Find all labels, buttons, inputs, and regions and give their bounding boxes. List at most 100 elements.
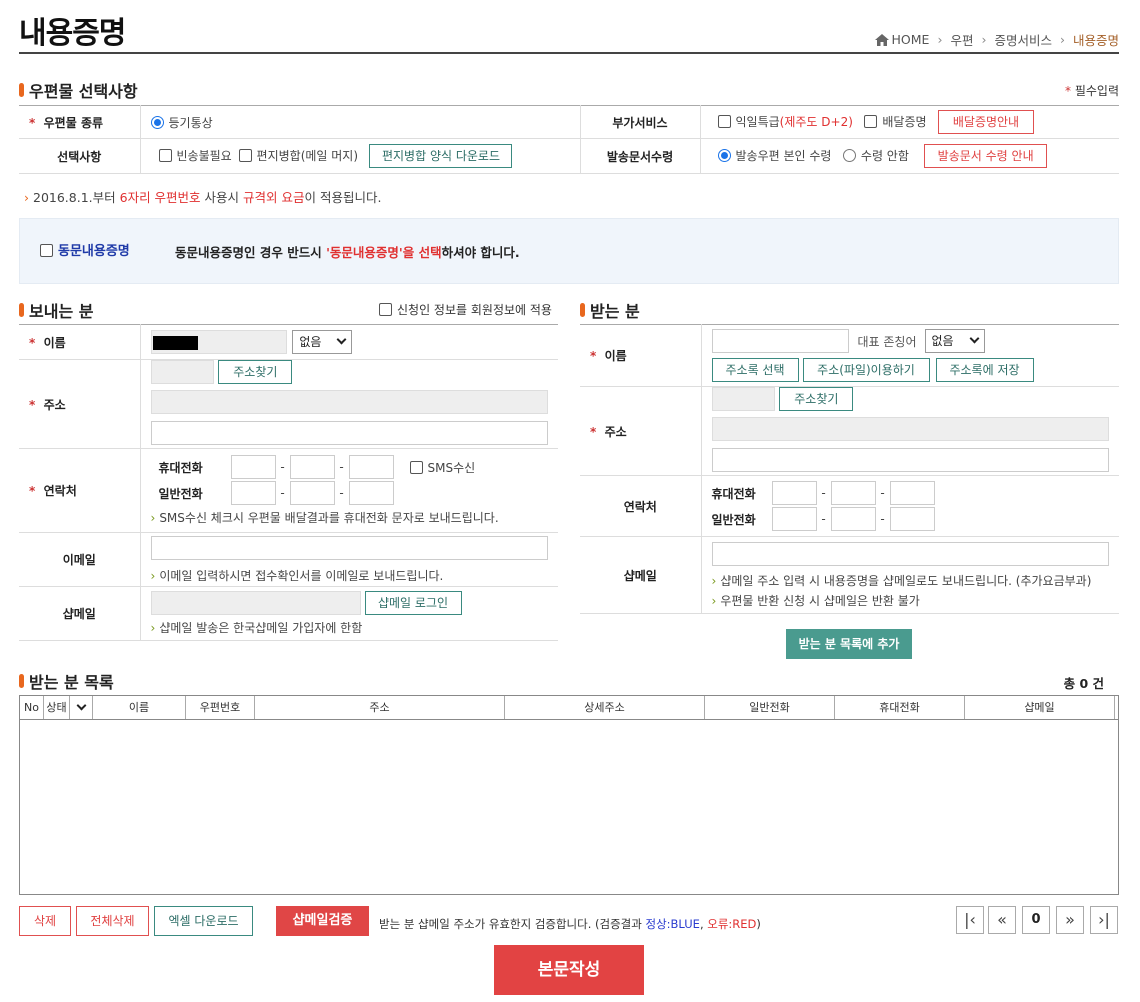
section-bullet-icon [19,83,24,97]
last-page-icon: ›| [1098,910,1110,929]
email-note: › 이메일 입력하시면 접수확인서를 이메일로 보내드립니다. [150,568,444,583]
breadcrumb-post[interactable]: 우편 [950,30,973,49]
sender-email-input[interactable] [150,535,548,560]
next-day-checkbox[interactable]: 익일특급(제주도 D+2) [717,115,853,129]
receiver-honorific-select[interactable]: 없음 [924,329,985,353]
sender-zipcode-input[interactable] [150,360,214,384]
receipt-guide-button[interactable]: 발송문서 수령 안내 [924,144,1048,168]
add-receiver-button[interactable]: 받는 분 목록에 추가 [786,629,912,659]
sender-phone-label: 일반전화 [158,486,203,501]
sender-phone-3[interactable] [348,481,394,505]
col-name: 이름 [93,696,186,719]
delete-button[interactable]: 삭제 [19,906,71,936]
verify-note: 받는 분 샵메일 주소가 유효한지 검증합니다. (검증결과 정상:BLUE, … [379,917,761,931]
receiver-honorific-label: 대표 존칭어 [857,334,917,349]
receiver-contact-label: 연락처 [580,475,702,537]
sender-address-input[interactable] [150,390,548,414]
postal-notice: › 2016.8.1.부터 6자리 우편번호 사용시 규격외 요금이 적용됩니다. [24,190,382,205]
address-book-select-button[interactable]: 주소록 선택 [711,358,799,382]
receiver-phone-3[interactable] [889,507,935,531]
sender-address-detail-input[interactable] [150,421,548,445]
sms-note: › SMS수신 체크시 우편물 배달결과를 휴대전화 문자로 보내드립니다. [150,511,499,525]
col-mobile: 휴대전화 [835,696,965,719]
prev-page-button[interactable]: « [988,906,1016,934]
receiver-mobile-3[interactable] [889,481,935,505]
bulky-checkbox[interactable]: 빈송불필요 [158,149,232,163]
col-status: 상태 [44,696,70,719]
receiver-section-title: 받는 분 [580,298,640,322]
receiver-address-input[interactable] [711,417,1109,441]
current-page[interactable]: 0 [1022,906,1050,934]
delete-all-button[interactable]: 전체삭제 [76,906,149,936]
receipt-none-radio[interactable]: 수령 안함 [842,149,909,163]
first-page-button[interactable]: |‹ [956,906,984,934]
sender-mobile-2[interactable] [289,455,335,479]
last-page-button[interactable]: ›| [1090,906,1118,934]
breadcrumb-cert[interactable]: 증명서비스 [994,30,1052,49]
receiver-mobile-2[interactable] [830,481,876,505]
receiver-address-detail-input[interactable] [711,448,1109,472]
extra-service-header: 부가서비스 [580,105,701,139]
title-divider [19,52,1119,54]
receiver-mobile-label: 휴대전화 [711,486,756,501]
mail-type-radio[interactable]: 등기통상 [150,115,213,130]
excel-download-button[interactable]: 엑셀 다운로드 [154,906,253,936]
merge-download-button[interactable]: 편지병합 양식 다운로드 [369,144,513,168]
page-title: 내용증명 [19,16,126,51]
sender-name-input[interactable] [150,330,287,354]
sender-honorific-select[interactable]: 없음 [292,330,353,354]
chevron-right-icon: › [1059,32,1065,47]
receiver-mobile-1[interactable] [771,481,817,505]
shopmail-login-button[interactable]: 샵메일 로그인 [364,591,462,615]
receiver-zipcode-input[interactable] [711,387,775,411]
section-bullet-icon [580,303,585,317]
sender-sms-checkbox[interactable]: SMS수신 [409,459,475,476]
address-file-button[interactable]: 주소(파일)이용하기 [802,358,930,382]
receiver-shopmail-input[interactable] [711,541,1109,566]
col-address-detail: 상세주소 [505,696,705,719]
sender-mobile-3[interactable] [348,455,394,479]
delivery-proof-checkbox[interactable]: 배달증명 [864,115,927,129]
receiver-shopmail-note1: › 샵메일 주소 입력 시 내용증명을 샵메일로도 보내드립니다. (추가요금부과… [711,573,1092,588]
col-select-all[interactable] [70,696,93,719]
merge-checkbox[interactable]: 편지병합(메일 머지) [236,149,358,163]
sender-shopmail-label: 샵메일 [19,586,141,641]
section-bullet-icon [19,303,24,317]
col-no: No [20,696,44,719]
options-section-title: 우편물 선택사항 [19,78,138,102]
col-shopmail: 샵메일 [965,696,1115,719]
next-page-button[interactable]: » [1056,906,1084,934]
receipt-header: 발송문서수령 [580,138,701,174]
list-total: 총 0 건 [1063,676,1104,691]
apply-member-checkbox[interactable]: 신청인 정보를 회원정보에 적용 [379,301,552,318]
breadcrumb-home[interactable]: HOME [892,32,930,47]
sender-phone-2[interactable] [289,481,335,505]
sender-mobile-label: 휴대전화 [158,460,203,475]
write-body-button[interactable]: 본문작성 [494,945,644,995]
receiver-find-address-button[interactable]: 주소찾기 [779,387,854,411]
first-page-icon: |‹ [964,910,976,929]
sender-find-address-button[interactable]: 주소찾기 [218,360,293,384]
receipt-self-radio[interactable]: 발송우편 본인 수령 [717,149,831,163]
receiver-shopmail-note2: › 우편물 반환 신청 시 샵메일은 반환 불가 [711,593,920,608]
shopmail-verify-button[interactable]: 샵메일검증 [276,906,369,936]
same-content-checkbox[interactable]: 동문내용증명 [40,240,130,259]
sender-shopmail-input[interactable] [150,591,361,615]
same-content-message: 동문내용증명인 경우 반드시 '동문내용증명'을 선택하셔야 합니다. [175,245,520,260]
double-chevron-left-icon: « [997,910,1007,929]
sender-mobile-1[interactable] [230,455,276,479]
list-section-title: 받는 분 목록 [19,669,114,693]
sender-address-label: 주소 [43,397,66,412]
receiver-phone-1[interactable] [771,507,817,531]
sender-table: * 이름 없음 * 주소 주소찾기 * 연락처 휴대전화 - - SMS수신 일… [19,324,558,641]
breadcrumb-current[interactable]: 내용증명 [1073,30,1119,49]
col-phone: 일반전화 [705,696,835,719]
sender-phone-1[interactable] [230,481,276,505]
sender-section-title: 보내는 분 [19,298,93,322]
receiver-phone-2[interactable] [830,507,876,531]
delivery-proof-guide-button[interactable]: 배달증명안내 [937,110,1034,134]
section-bullet-icon [19,674,24,688]
receiver-name-input[interactable] [711,329,849,353]
address-book-save-button[interactable]: 주소록에 저장 [935,358,1034,382]
sender-name-label: 이름 [43,335,66,350]
